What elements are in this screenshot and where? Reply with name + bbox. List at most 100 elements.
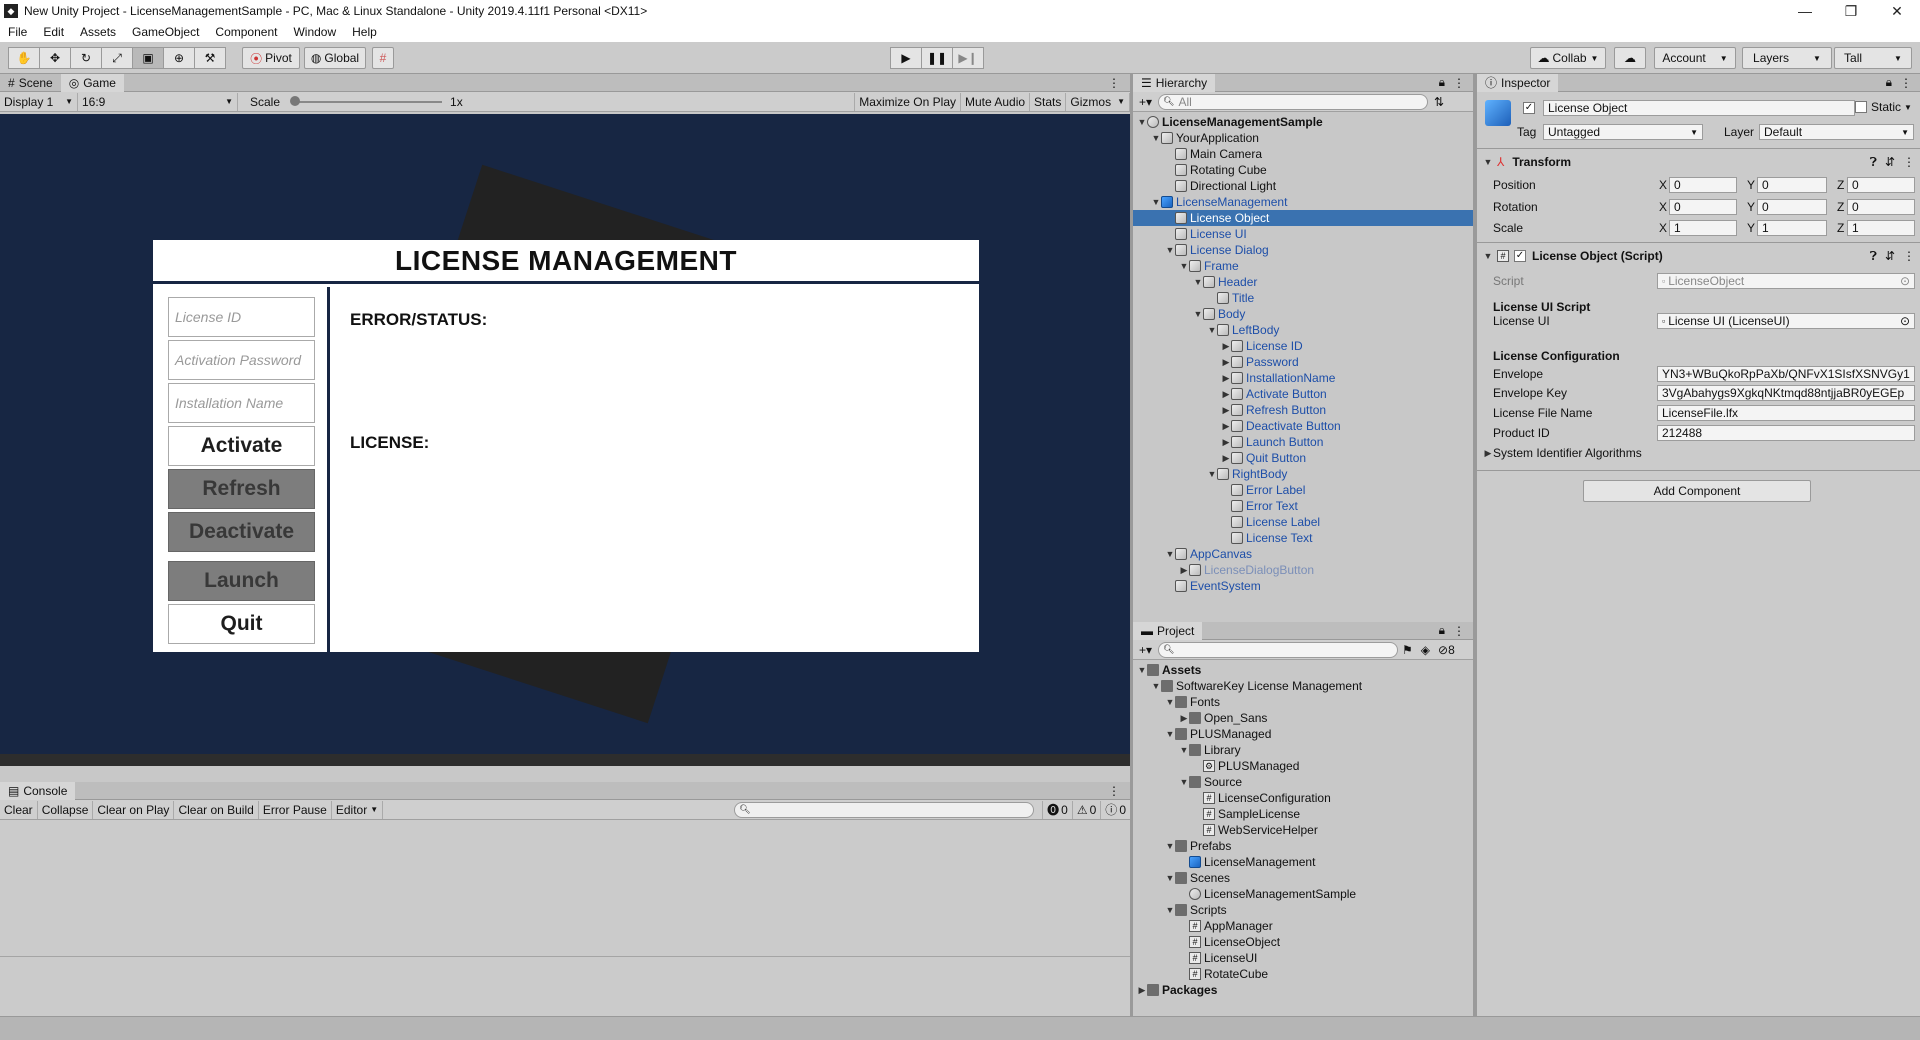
console-log-area[interactable]	[0, 820, 1130, 1016]
scale-x-field[interactable]: 1	[1669, 220, 1737, 236]
tree-item[interactable]: ▼ YourApplication	[1133, 130, 1473, 146]
activate-button[interactable]: Activate	[168, 426, 315, 466]
chevron-down-icon[interactable]: ▼	[1165, 549, 1175, 559]
rotation-z-field[interactable]: 0	[1847, 199, 1915, 215]
layout-button[interactable]: Tall ▼	[1834, 47, 1912, 69]
system-identifier-algorithms-foldout[interactable]: ▶ System Identifier Algorithms	[1483, 446, 1642, 460]
tree-item[interactable]: Error Text	[1133, 498, 1473, 514]
panel-menu-icon[interactable]: ⋮	[1453, 76, 1473, 90]
create-add-icon[interactable]: +▾	[1133, 643, 1158, 657]
tree-item[interactable]: ▼ Scenes	[1133, 870, 1473, 886]
chevron-right-icon[interactable]: ▶	[1221, 421, 1231, 432]
add-component-button[interactable]: Add Component	[1583, 480, 1811, 502]
chevron-right-icon[interactable]: ▶	[1221, 453, 1231, 464]
tree-item[interactable]: ▼ PLUSManaged	[1133, 726, 1473, 742]
panel-menu-icon[interactable]: ⋮	[1108, 76, 1130, 90]
menu-gameobject[interactable]: GameObject	[124, 25, 207, 39]
tree-item[interactable]: License Text	[1133, 530, 1473, 546]
scale-slider[interactable]	[290, 95, 443, 106]
console-search-input[interactable]: 🔍︎	[734, 801, 1035, 818]
tree-item[interactable]: LicenseManagementSample	[1133, 886, 1473, 902]
license-id-input[interactable]: License ID	[168, 297, 315, 337]
menu-file[interactable]: File	[0, 25, 35, 39]
layers-button[interactable]: Layers ▼	[1742, 47, 1832, 69]
menu-edit[interactable]: Edit	[35, 25, 72, 39]
clear-on-play-toggle[interactable]: Clear on Play	[93, 800, 175, 819]
lock-icon[interactable]: 🔒︎	[1439, 623, 1445, 638]
display-select[interactable]: Display 1 ▼	[0, 92, 78, 111]
tree-item[interactable]: ▶ LicenseDialogButton	[1133, 562, 1473, 578]
tree-item[interactable]: Title	[1133, 290, 1473, 306]
component-menu-icon[interactable]: ⋮	[1903, 249, 1915, 263]
refresh-button[interactable]: Refresh	[168, 469, 315, 509]
chevron-down-icon[interactable]: ▼	[1179, 777, 1189, 787]
game-view[interactable]: LICENSE MANAGEMENT License ID Activation…	[0, 114, 1130, 766]
tree-item[interactable]: ▼ SoftwareKey License Management	[1133, 678, 1473, 694]
tree-item[interactable]: ▶ Packages	[1133, 982, 1473, 998]
transform-header[interactable]: ▼ ⅄ Transform ❓︎ ⇵ ⋮	[1483, 154, 1915, 170]
minimize-icon[interactable]: —	[1782, 0, 1828, 22]
position-y-field[interactable]: 0	[1757, 177, 1827, 193]
tree-item[interactable]: ▼ Frame	[1133, 258, 1473, 274]
license-file-name-field[interactable]: LicenseFile.lfx	[1657, 405, 1915, 421]
menu-help[interactable]: Help	[344, 25, 385, 39]
tree-item[interactable]: ▼ Scripts	[1133, 902, 1473, 918]
info-count-toggle[interactable]: ⓘ 0	[1101, 801, 1130, 819]
chevron-down-icon[interactable]: ▼	[1193, 309, 1203, 319]
account-button[interactable]: Account ▼	[1654, 47, 1736, 69]
tree-item[interactable]: Directional Light	[1133, 178, 1473, 194]
envelope-key-field[interactable]: 3VgAbahygs9XgkqNKtmqd88ntjjaBR0yEGEp	[1657, 385, 1915, 401]
scale-z-field[interactable]: 1	[1847, 220, 1915, 236]
help-icon[interactable]: ❓︎	[1870, 155, 1877, 170]
chevron-down-icon[interactable]: ▼	[1207, 469, 1217, 479]
component-menu-icon[interactable]: ⋮	[1903, 155, 1915, 169]
pause-icon[interactable]: ❚❚	[921, 47, 953, 69]
preset-icon[interactable]: ⇵	[1885, 155, 1895, 169]
tree-item[interactable]: # RotateCube	[1133, 966, 1473, 982]
transform-tool-icon[interactable]: ⊕	[163, 47, 195, 69]
tab-project[interactable]: ▬ Project	[1133, 621, 1203, 640]
tree-item[interactable]: ▼ Assets	[1133, 662, 1473, 678]
position-x-field[interactable]: 0	[1669, 177, 1737, 193]
chevron-right-icon[interactable]: ▶	[1179, 565, 1189, 576]
chevron-right-icon[interactable]: ▶	[1221, 373, 1231, 384]
rect-tool-icon[interactable]: ▣	[132, 47, 164, 69]
chevron-down-icon[interactable]: ▼	[1151, 681, 1161, 691]
tree-item[interactable]: # LicenseObject	[1133, 934, 1473, 950]
tree-item[interactable]: ▶ Launch Button	[1133, 434, 1473, 450]
tree-item[interactable]: # LicenseUI	[1133, 950, 1473, 966]
tree-item[interactable]: ⚙ PLUSManaged	[1133, 758, 1473, 774]
tree-item[interactable]: # SampleLicense	[1133, 806, 1473, 822]
filter-type-icon[interactable]: ⚑	[1398, 643, 1417, 657]
product-id-field[interactable]: 212488	[1657, 425, 1915, 441]
tree-item[interactable]: Error Label	[1133, 482, 1473, 498]
chevron-down-icon[interactable]: ▼	[1165, 905, 1175, 915]
activation-password-input[interactable]: Activation Password	[168, 340, 315, 380]
tree-item[interactable]: ▼ Header	[1133, 274, 1473, 290]
scene-visibility-icon[interactable]: ⇅	[1428, 95, 1450, 109]
tree-item[interactable]: ▼ LicenseManagement	[1133, 194, 1473, 210]
tree-item[interactable]: ▼ Source	[1133, 774, 1473, 790]
object-picker-icon[interactable]: ⊙	[1900, 314, 1910, 328]
global-button[interactable]: ◍ Global	[304, 47, 366, 69]
tree-item[interactable]: Rotating Cube	[1133, 162, 1473, 178]
chevron-right-icon[interactable]: ▶	[1221, 405, 1231, 416]
aspect-select[interactable]: 16:9 ▼	[78, 92, 238, 111]
tree-item[interactable]: ▶ Activate Button	[1133, 386, 1473, 402]
rotation-y-field[interactable]: 0	[1757, 199, 1827, 215]
warning-count-toggle[interactable]: ⚠ 0	[1073, 800, 1102, 819]
chevron-right-icon[interactable]: ▶	[1179, 713, 1189, 724]
lock-icon[interactable]: 🔒︎	[1886, 75, 1892, 90]
rotate-tool-icon[interactable]: ↻	[70, 47, 102, 69]
tree-item[interactable]: License UI	[1133, 226, 1473, 242]
chevron-right-icon[interactable]: ▶	[1221, 389, 1231, 400]
installation-name-input[interactable]: Installation Name	[168, 383, 315, 423]
play-icon[interactable]: ▶	[890, 47, 922, 69]
tree-item[interactable]: ▶ Deactivate Button	[1133, 418, 1473, 434]
filter-label-icon[interactable]: ◈	[1417, 643, 1434, 657]
chevron-right-icon[interactable]: ▶	[1137, 985, 1147, 996]
tag-select[interactable]: Untagged ▼	[1543, 124, 1703, 140]
chevron-down-icon[interactable]: ▼	[1165, 729, 1175, 739]
panel-menu-icon[interactable]: ⋮	[1453, 624, 1473, 638]
layer-select[interactable]: Default ▼	[1759, 124, 1914, 140]
